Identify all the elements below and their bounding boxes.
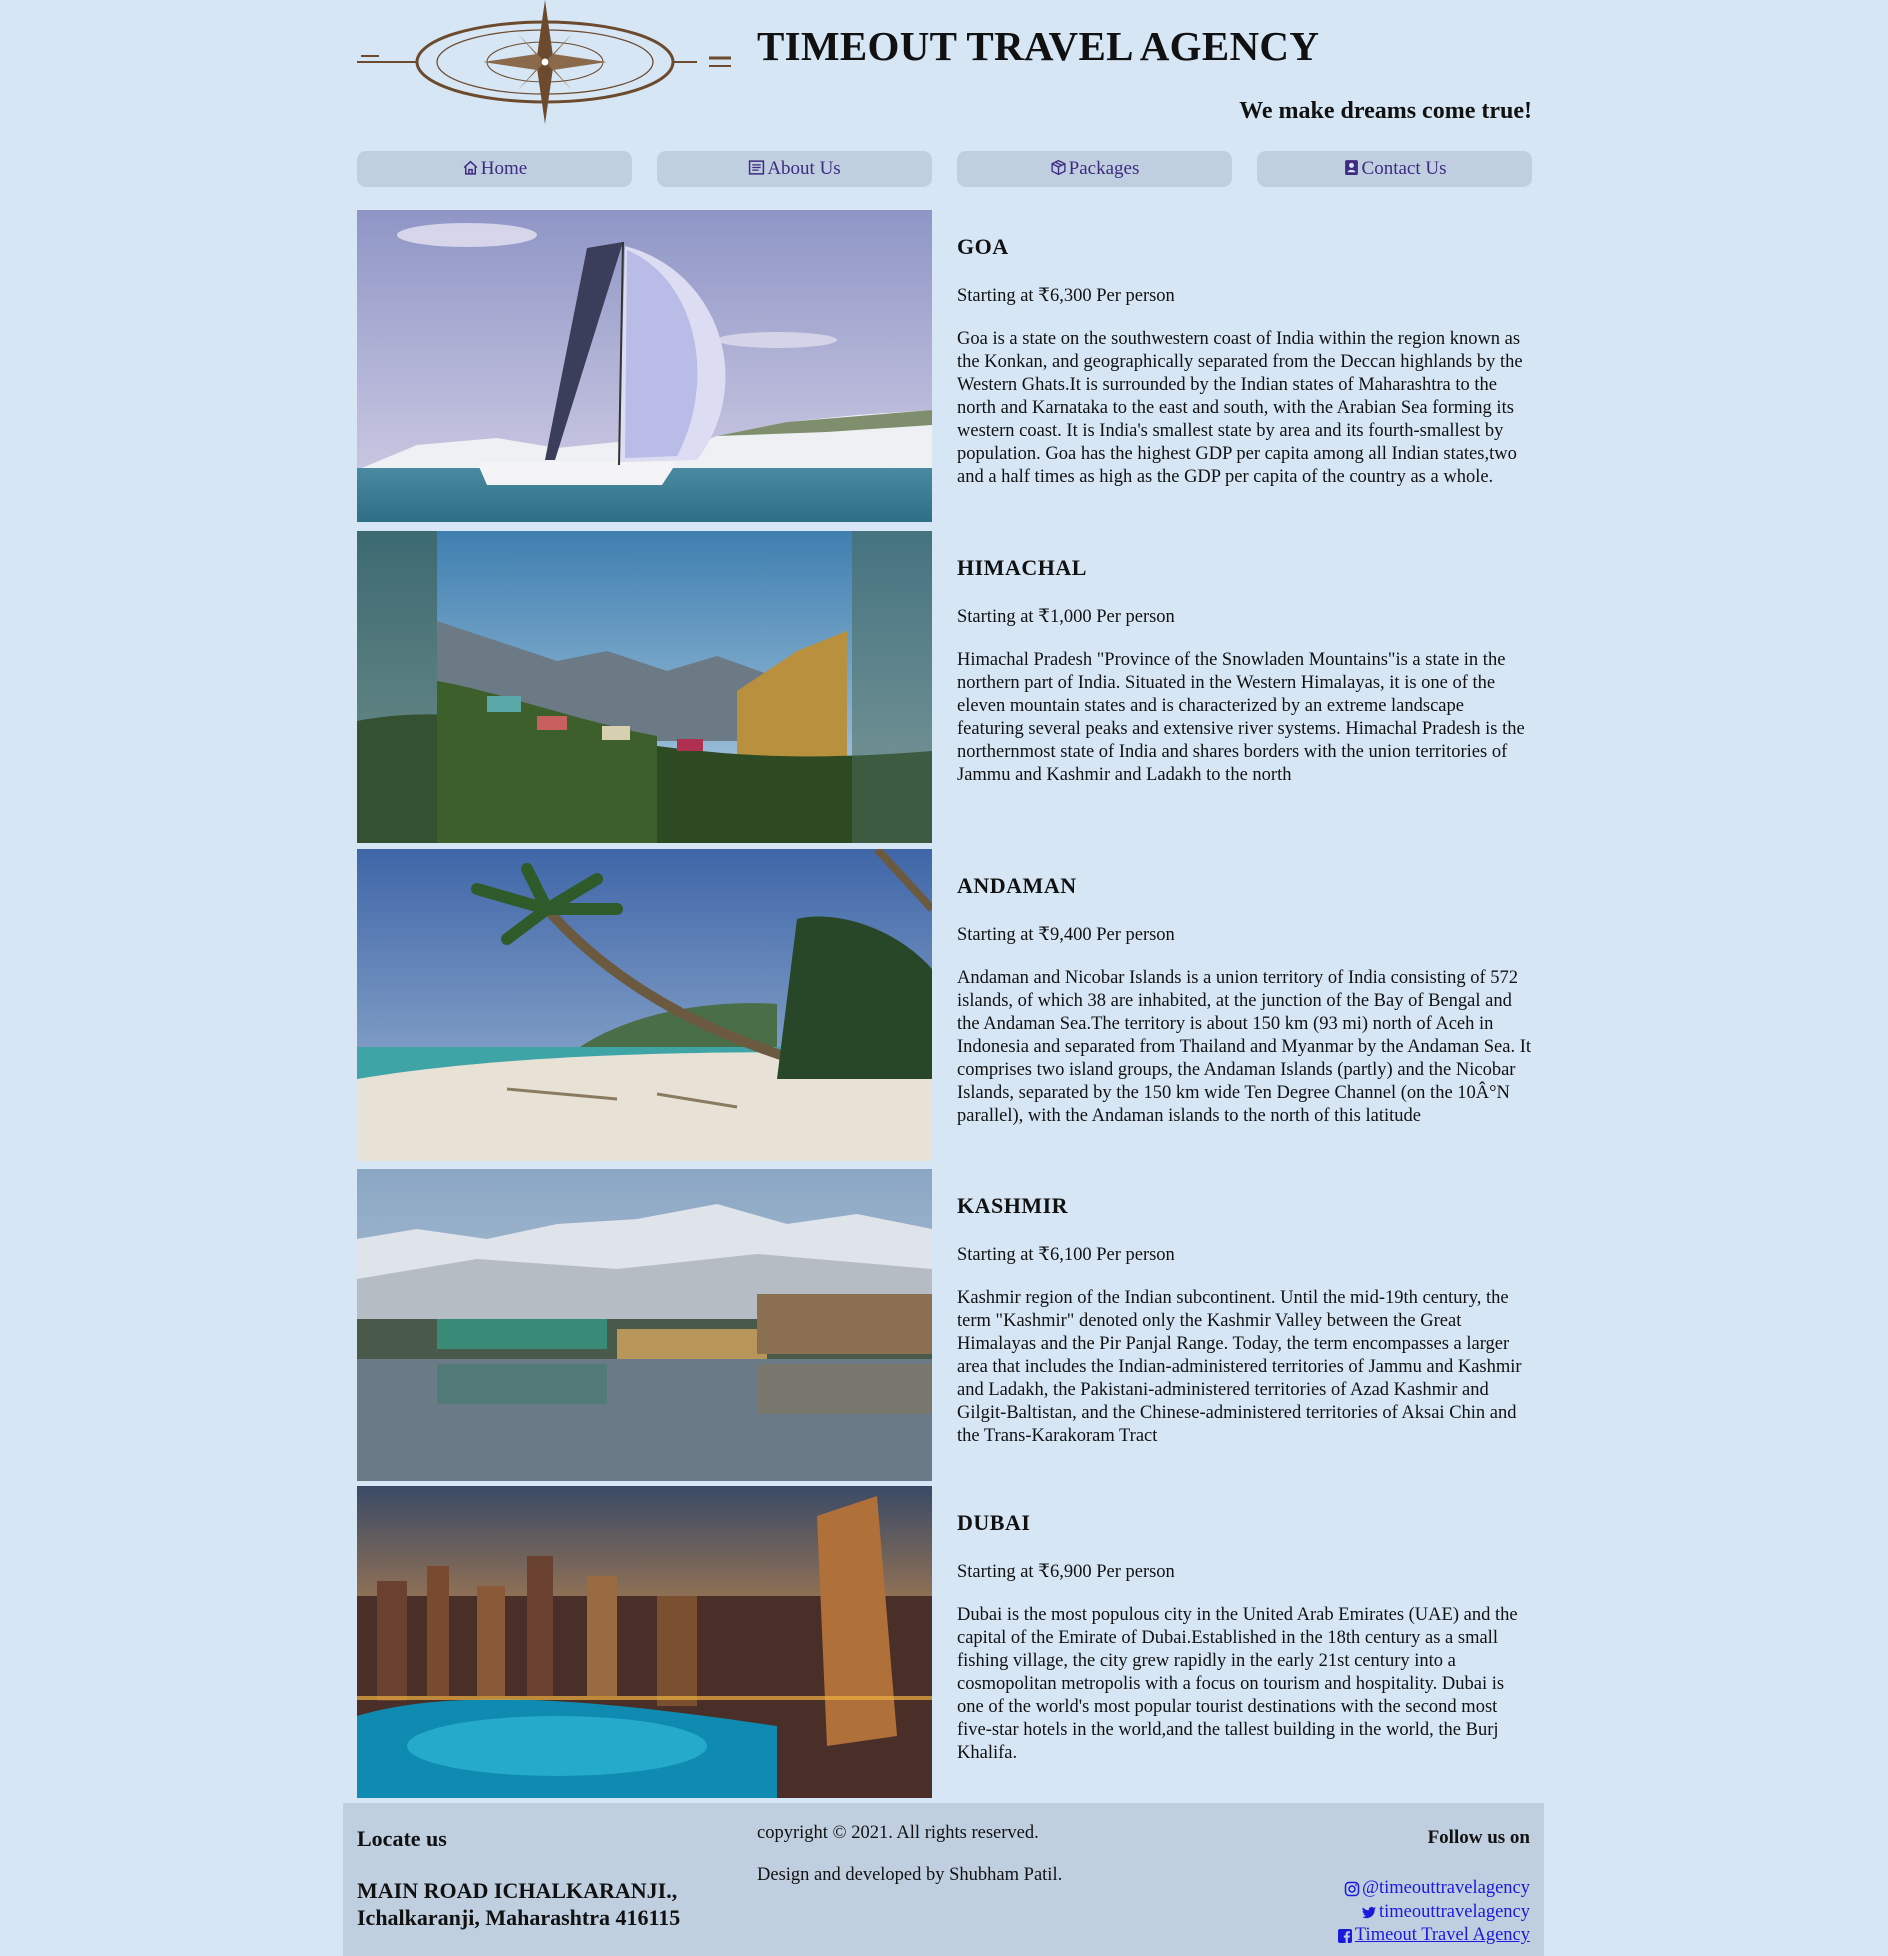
follow-title: Follow us on	[1427, 1827, 1530, 1848]
twitter-link[interactable]: timeouttravelagency	[1361, 1902, 1530, 1923]
package-image-goa	[357, 210, 932, 522]
site-header: TIMEOUT TRAVEL AGENCY We make dreams com…	[357, 0, 1532, 140]
package-image-himachal	[357, 531, 932, 843]
package-name: DUBAI	[957, 1510, 1031, 1535]
package-description: Himachal Pradesh "Province of the Snowla…	[957, 650, 1525, 785]
package-card-himachal: HIMACHAL Starting at ₹1,000 Per person H…	[357, 531, 1532, 843]
copyright-text: copyright © 2021. All rights reserved.	[757, 1823, 1039, 1843]
facebook-page: Timeout Travel Agency	[1354, 1925, 1530, 1945]
address: MAIN ROAD ICHALKARANJI., Ichalkaranji, M…	[357, 1877, 680, 1931]
nav-about-button[interactable]: About Us	[657, 151, 932, 187]
dubai-skyline-photo	[357, 1486, 932, 1798]
package-description: Goa is a state on the southwestern coast…	[957, 329, 1523, 487]
box-icon	[1051, 159, 1066, 175]
package-description: Andaman and Nicobar Islands is a union t…	[957, 968, 1532, 1126]
package-name: GOA	[957, 234, 1009, 259]
document-icon	[749, 159, 765, 175]
package-card-dubai: DUBAI Starting at ₹6,900 Per person Duba…	[357, 1486, 1532, 1798]
instagram-icon	[1344, 1881, 1360, 1896]
twitter-handle: timeouttravelagency	[1378, 1902, 1530, 1922]
locate-title: Locate us	[357, 1826, 447, 1851]
houseboat-lake-photo	[357, 1169, 932, 1481]
package-image-kashmir	[357, 1169, 932, 1481]
home-icon	[463, 160, 478, 175]
nav-home-label: Home	[480, 158, 528, 179]
package-description: Dubai is the most populous city in the U…	[957, 1605, 1518, 1763]
package-price: Starting at ₹6,900 Per person	[957, 1562, 1175, 1582]
sailboat-photo	[357, 210, 932, 522]
nav-packages-label: Packages	[1068, 158, 1140, 179]
nav-home-button[interactable]: Home	[357, 151, 632, 187]
package-image-andaman	[357, 849, 932, 1161]
package-description: Kashmir region of the Indian subcontinen…	[957, 1288, 1522, 1446]
package-name: HIMACHAL	[957, 555, 1087, 580]
address-line-2: Ichalkaranji, Maharashtra 416115	[357, 1905, 681, 1930]
facebook-icon	[1337, 1928, 1352, 1943]
package-price: Starting at ₹6,300 Per person	[957, 286, 1175, 306]
instagram-link[interactable]: @timeouttravelagency	[1344, 1878, 1530, 1899]
page-container: TIMEOUT TRAVEL AGENCY We make dreams com…	[357, 0, 1532, 1798]
site-footer: Locate us MAIN ROAD ICHALKARANJI., Ichal…	[343, 1803, 1544, 1956]
package-card-andaman: ANDAMAN Starting at ₹9,400 Per person An…	[357, 849, 1532, 1161]
mountain-village-photo	[357, 531, 932, 843]
main-nav: Home About Us Packages Contact Us	[357, 151, 1532, 187]
facebook-link[interactable]: Timeout Travel Agency	[1337, 1925, 1530, 1946]
package-image-dubai	[357, 1486, 932, 1798]
package-price: Starting at ₹6,100 Per person	[957, 1245, 1175, 1265]
beach-palm-photo	[357, 849, 932, 1161]
nav-packages-button[interactable]: Packages	[957, 151, 1232, 187]
nav-about-label: About Us	[767, 158, 841, 179]
package-card-kashmir: KASHMIR Starting at ₹6,100 Per person Ka…	[357, 1169, 1532, 1481]
compass-rose-logo	[357, 0, 731, 124]
address-line-1: MAIN ROAD ICHALKARANJI.,	[357, 1878, 678, 1903]
package-name: KASHMIR	[957, 1193, 1069, 1218]
instagram-handle: @timeouttravelagency	[1361, 1878, 1530, 1898]
twitter-icon	[1361, 1906, 1376, 1918]
site-title: TIMEOUT TRAVEL AGENCY	[757, 23, 1320, 69]
contact-card-icon	[1344, 159, 1358, 175]
nav-contact-button[interactable]: Contact Us	[1257, 151, 1532, 187]
package-price: Starting at ₹1,000 Per person	[957, 607, 1175, 627]
package-name: ANDAMAN	[957, 873, 1077, 898]
package-card-goa: GOA Starting at ₹6,300 Per person Goa is…	[357, 210, 1532, 522]
tagline: We make dreams come true!	[1239, 98, 1532, 124]
nav-contact-label: Contact Us	[1361, 158, 1447, 179]
package-price: Starting at ₹9,400 Per person	[957, 925, 1175, 945]
credit-text: Design and developed by Shubham Patil.	[757, 1865, 1063, 1885]
